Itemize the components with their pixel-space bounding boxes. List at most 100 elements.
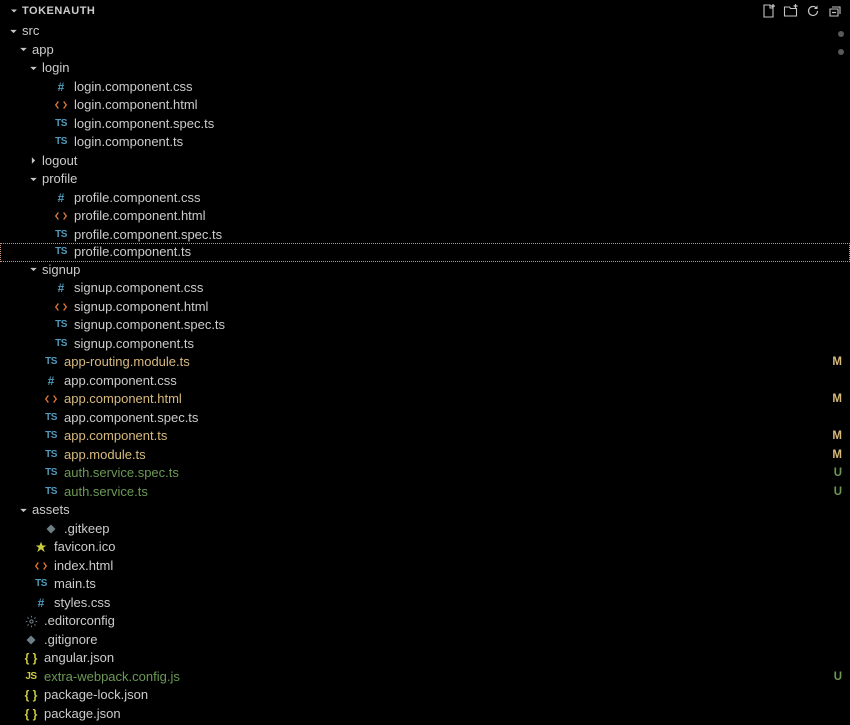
html-icon xyxy=(32,558,50,574)
twisty-none xyxy=(26,392,40,406)
file-item[interactable]: index.html xyxy=(0,557,850,576)
item-label: main.ts xyxy=(54,575,850,594)
ts-icon: TS xyxy=(42,484,60,500)
chevron-down-icon[interactable] xyxy=(26,172,40,186)
ts-icon: TS xyxy=(42,447,60,463)
item-label: app.component.html xyxy=(64,390,832,409)
file-item[interactable]: app.component.htmlM xyxy=(0,390,850,409)
ts-icon: TS xyxy=(52,227,70,243)
file-item[interactable]: TSapp-routing.module.tsM xyxy=(0,353,850,372)
folder-item[interactable]: src xyxy=(0,22,850,41)
file-item[interactable]: .editorconfig xyxy=(0,612,850,631)
file-item[interactable]: login.component.html xyxy=(0,96,850,115)
file-item[interactable]: TSapp.component.spec.ts xyxy=(0,409,850,428)
item-label: app.component.spec.ts xyxy=(64,409,850,428)
chevron-down-icon[interactable] xyxy=(26,61,40,75)
section-title: TOKENAUTH xyxy=(22,5,758,17)
file-item[interactable]: TSprofile.component.ts xyxy=(0,243,850,262)
ts-icon: TS xyxy=(52,317,70,333)
folder-item[interactable]: signup xyxy=(0,261,850,280)
collapse-all-button[interactable] xyxy=(824,0,846,22)
file-item[interactable]: TSsignup.component.spec.ts xyxy=(0,316,850,335)
chevron-down-icon xyxy=(8,5,20,17)
file-item[interactable]: { }package-lock.json xyxy=(0,686,850,705)
item-label: profile xyxy=(42,170,850,189)
file-item[interactable]: #signup.component.css xyxy=(0,279,850,298)
file-item[interactable]: profile.component.html xyxy=(0,207,850,226)
item-label: styles.css xyxy=(54,594,850,613)
git-status-badge: U xyxy=(834,668,842,687)
item-label: extra-webpack.config.js xyxy=(44,668,834,687)
twisty-none xyxy=(36,98,50,112)
file-item[interactable]: { }angular.json xyxy=(0,649,850,668)
twisty-none xyxy=(36,318,50,332)
item-label: app.component.css xyxy=(64,372,850,391)
gear-icon xyxy=(22,613,40,629)
git-status-badge: U xyxy=(834,464,842,483)
item-label: login.component.html xyxy=(74,96,850,115)
chevron-down-icon[interactable] xyxy=(16,503,30,517)
git-dot xyxy=(838,31,844,37)
file-item[interactable]: signup.component.html xyxy=(0,298,850,317)
item-label: app.component.ts xyxy=(64,427,832,446)
twisty-none xyxy=(16,577,30,591)
file-item[interactable]: #styles.css xyxy=(0,594,850,613)
item-label: profile.component.html xyxy=(74,207,850,226)
ts-icon: TS xyxy=(42,354,60,370)
html-icon xyxy=(42,391,60,407)
ts-icon: TS xyxy=(42,410,60,426)
file-item[interactable]: #login.component.css xyxy=(0,78,850,97)
folder-item[interactable]: login xyxy=(0,59,850,78)
twisty-none xyxy=(36,300,50,314)
file-item[interactable]: .gitkeep xyxy=(0,520,850,539)
file-item[interactable]: TSlogin.component.spec.ts xyxy=(0,115,850,134)
twisty-none xyxy=(36,135,50,149)
refresh-button[interactable] xyxy=(802,0,824,22)
file-item[interactable]: TSapp.module.tsM xyxy=(0,446,850,465)
file-item[interactable]: TSlogin.component.ts xyxy=(0,133,850,152)
file-item[interactable]: TSapp.component.tsM xyxy=(0,427,850,446)
chevron-down-icon[interactable] xyxy=(16,43,30,57)
twisty-none xyxy=(26,429,40,443)
file-item[interactable]: favicon.ico xyxy=(0,538,850,557)
ts-icon: TS xyxy=(42,465,60,481)
item-label: auth.service.ts xyxy=(64,483,834,502)
folder-item[interactable]: assets xyxy=(0,501,850,520)
hash-icon: # xyxy=(42,373,60,389)
twisty-none xyxy=(26,466,40,480)
file-item[interactable]: TSauth.service.spec.tsU xyxy=(0,464,850,483)
item-label: logout xyxy=(42,152,850,171)
file-tree[interactable]: srcapplogin#login.component.csslogin.com… xyxy=(0,22,850,725)
chevron-down-icon[interactable] xyxy=(26,263,40,277)
file-item[interactable]: JSextra-webpack.config.jsU xyxy=(0,668,850,687)
twisty-none xyxy=(6,707,20,721)
json-icon: { } xyxy=(22,687,40,703)
item-label: signup.component.html xyxy=(74,298,850,317)
file-item[interactable]: TSmain.ts xyxy=(0,575,850,594)
new-folder-button[interactable] xyxy=(780,0,802,22)
section-header[interactable]: TOKENAUTH xyxy=(0,0,850,22)
ts-icon: TS xyxy=(52,336,70,352)
folder-item[interactable]: logout xyxy=(0,152,850,171)
new-file-button[interactable] xyxy=(758,0,780,22)
json-icon: { } xyxy=(22,706,40,722)
twisty-none xyxy=(6,688,20,702)
file-item[interactable]: #app.component.css xyxy=(0,372,850,391)
file-item[interactable]: TSprofile.component.spec.ts xyxy=(0,226,850,245)
item-label: package.json xyxy=(44,705,850,724)
folder-item[interactable]: app xyxy=(0,41,850,60)
folder-item[interactable]: profile xyxy=(0,170,850,189)
ts-icon: TS xyxy=(52,134,70,150)
file-item[interactable]: TSsignup.component.ts xyxy=(0,335,850,354)
chevron-right-icon[interactable] xyxy=(26,154,40,168)
twisty-none xyxy=(6,614,20,628)
git-status-badge: M xyxy=(832,446,842,465)
file-item[interactable]: .gitignore xyxy=(0,631,850,650)
file-item[interactable]: TSauth.service.tsU xyxy=(0,483,850,502)
file-item[interactable]: #profile.component.css xyxy=(0,189,850,208)
item-label: login.component.css xyxy=(74,78,850,97)
item-label: login.component.ts xyxy=(74,133,850,152)
chevron-down-icon[interactable] xyxy=(6,24,20,38)
file-item[interactable]: { }package.json xyxy=(0,705,850,724)
explorer-panel: TOKENAUTH srcapplogin#login.component.cs… xyxy=(0,0,850,725)
